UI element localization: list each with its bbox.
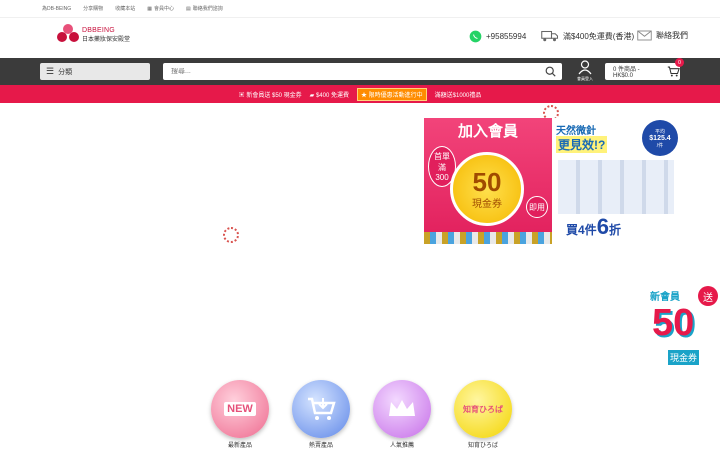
search-box [163,63,562,80]
product-strip-image [424,232,552,244]
star-icon: ★ [360,92,369,99]
cart-download-icon [292,380,350,438]
banner-microneedle[interactable]: 天然微針 更見效!? 平均 $125.4 /件 買4件6折 [552,118,680,244]
side-promo-send: 送 [698,286,718,306]
category-menu-button[interactable]: ☰ 分類 [40,63,150,80]
promo-highlight[interactable]: ★ 限時優惠活動進行中 [356,87,427,101]
coupon-text: 現金券 [472,198,502,210]
shortcut-chiiku[interactable]: 知育ひろば 知育ひろば [453,380,513,449]
grid-icon: ▦ [147,5,152,12]
banner-right-line1: 天然微針 [556,126,596,137]
logo-mark-icon [57,24,79,46]
message-icon: ▤ [185,5,191,12]
cart-summary: 0 件商品 - HK$0.0 [613,67,640,79]
promo-gift[interactable]: 滿額送$1000禮品 [435,90,482,99]
site-logo[interactable]: DBBEING 日本藥妝保安殿堂 [57,24,130,46]
loading-spinner-icon [223,227,239,243]
coupon-amount: 50 [472,166,502,197]
account-button[interactable]: 會員登入 [575,60,595,82]
phone-number: +95855994 [486,32,527,41]
shipping-info: 滿$400免運費(香港) [541,30,634,42]
cart-icon [667,66,680,77]
price-badge: 平均 $125.4 /件 [642,120,678,156]
promo-banner[interactable]: 加入會員 首單滿300 50 現金券 即用 天然微針 更見效!? 平均 $125… [424,118,680,244]
shortcut-new[interactable]: NEW 最新產品 [210,380,270,449]
whatsapp-contact[interactable]: +95855994 [469,30,526,43]
top-utility-bar: 為DB-BEING 分享購物 收藏本站 ▦ 會員中心 ▤ 聯絡我們諮詢 [0,0,720,18]
truck-icon [541,30,559,42]
category-label: 分類 [58,68,73,76]
banner-instant-tag: 即用 [526,196,548,218]
cart-button[interactable]: 0 件商品 - HK$0.0 0 [605,58,684,80]
promo-strip: ▣ 新會員送 $50 現金券 ▰ $400 免運費 ★ 限時優惠活動進行中 滿額… [0,85,720,103]
contact-text: 聯絡我們 [656,31,688,40]
new-icon: NEW [211,380,269,438]
chiiku-icon: 知育ひろば [454,380,512,438]
shortcut-popular[interactable]: 人氣推薦 [372,380,432,449]
promo-new-member[interactable]: ▣ 新會員送 $50 現金券 [239,90,302,99]
promo-free-shipping[interactable]: ▰ $400 免運費 [310,90,349,99]
side-promo-title: 新會員 [650,292,680,303]
crown-icon [373,380,431,438]
banner-join-title: 加入會員 [457,123,518,140]
banner-right-line2: 更見效!? [556,136,608,153]
cart-count-badge: 0 [675,58,684,67]
product-image [558,160,674,214]
hamburger-icon: ☰ [46,66,55,76]
topbar-link-bookmark[interactable]: 收藏本站 [115,5,135,12]
coupon-coin: 50 現金券 [450,152,524,226]
topbar-link-contact[interactable]: ▤ 聯絡我們諮詢 [185,5,223,13]
user-icon [578,60,592,75]
whatsapp-icon [469,30,482,43]
logo-text: DBBEING [82,27,115,34]
shipping-text: 滿$400免運費(香港) [563,31,635,41]
banner-member-join[interactable]: 加入會員 首單滿300 50 現金券 即用 [424,118,552,244]
topbar-link-share[interactable]: 分享購物 [83,5,103,12]
logo-subtitle: 日本藥妝保安殿堂 [82,37,131,43]
deal-text: 買4件6折 [566,214,621,239]
contact-link[interactable]: 聯絡我們 [637,30,688,41]
side-promo-amount: 50 [652,302,695,344]
topbar-link-about[interactable]: 為DB-BEING [42,5,71,12]
shortcut-hot[interactable]: 熱賣產品 [291,380,351,449]
mail-icon [637,30,652,41]
account-label: 會員登入 [577,76,593,81]
category-shortcuts: NEW 最新產品 熱賣產品 人氣推薦 知育ひろば 知育ひろば [210,380,513,449]
topbar-link-member[interactable]: ▦ 會員中心 [147,5,174,13]
side-promo-coupon: 現金券 [668,350,700,365]
floating-member-promo[interactable]: 新會員 送 50 現金券 [650,286,718,372]
site-header: DBBEING 日本藥妝保安殿堂 +95855994 滿$400免運費(香港) … [0,18,720,58]
main-nav-bar: ☰ 分類 會員登入 0 件商品 - HK$0.0 0 [0,58,720,85]
search-input[interactable] [171,68,531,75]
search-icon[interactable] [545,66,556,77]
